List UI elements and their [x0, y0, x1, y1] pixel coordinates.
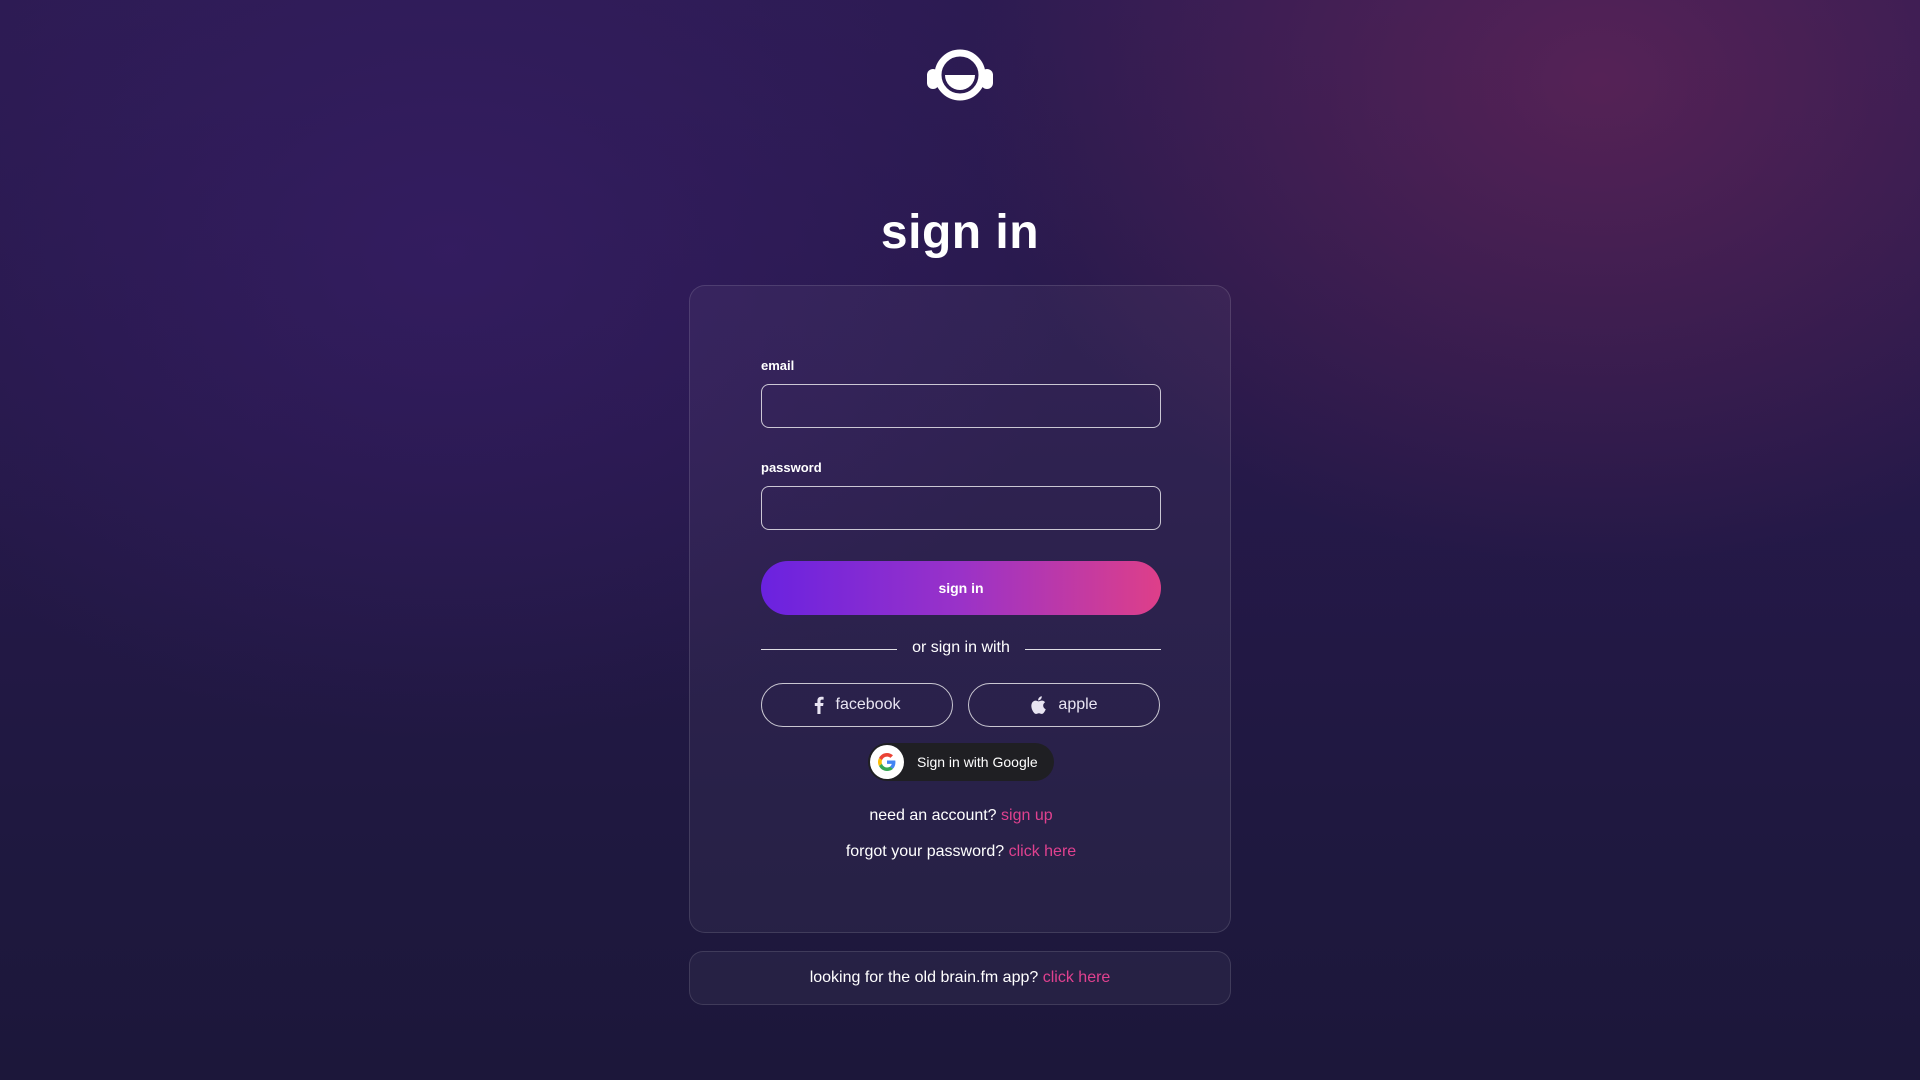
signup-line: need an account? sign up [690, 807, 1232, 825]
apple-label: apple [1058, 696, 1098, 713]
google-sign-in-button[interactable]: Sign in with Google [868, 743, 1054, 781]
sign-up-link[interactable]: sign up [1001, 807, 1053, 824]
brainfm-logo [925, 44, 995, 104]
divider-right [1025, 649, 1161, 650]
page-title: sign in [880, 206, 1040, 259]
password-label: password [761, 460, 822, 475]
google-icon [870, 745, 904, 779]
google-sign-in-label: Sign in with Google [917, 754, 1038, 770]
sign-in-button[interactable]: sign in [761, 561, 1161, 615]
or-sign-in-with-text: or sign in with [912, 639, 1010, 656]
old-app-banner: looking for the old brain.fm app? click … [689, 951, 1231, 1005]
sign-in-card: email password sign in or sign in with f… [689, 285, 1231, 933]
forgot-password-link[interactable]: click here [1009, 843, 1077, 860]
email-field[interactable] [761, 384, 1161, 428]
apple-button[interactable]: apple [968, 683, 1160, 727]
facebook-icon [814, 696, 824, 714]
signup-prompt: need an account? [869, 807, 997, 824]
password-field[interactable] [761, 486, 1161, 530]
forgot-password-prompt: forgot your password? [845, 843, 1005, 860]
facebook-label: facebook [835, 696, 901, 713]
old-app-link[interactable]: click here [1043, 969, 1111, 987]
facebook-button[interactable]: facebook [761, 683, 953, 727]
headphones-face-icon [927, 49, 993, 101]
old-app-prompt: looking for the old brain.fm app? [809, 969, 1039, 986]
forgot-password-line: forgot your password? click here [690, 843, 1232, 861]
apple-icon [1030, 696, 1047, 714]
email-label: email [761, 358, 795, 373]
